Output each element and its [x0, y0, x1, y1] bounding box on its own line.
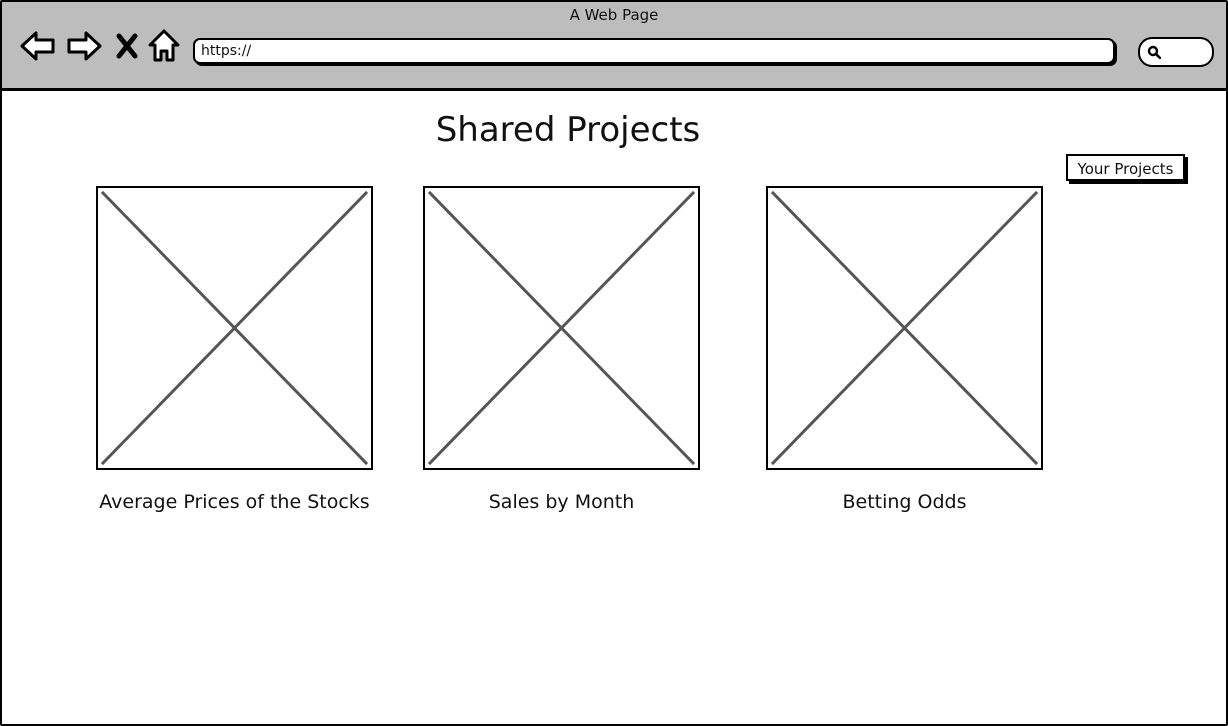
image-placeholder-icon [96, 186, 373, 470]
search-icon [1147, 45, 1161, 59]
back-arrow-icon[interactable] [18, 28, 58, 64]
project-card[interactable]: Average Prices of the Stocks [96, 186, 373, 513]
url-input[interactable]: https:// [193, 38, 1115, 64]
project-label[interactable]: Sales by Month [383, 491, 740, 513]
your-projects-button[interactable]: Your Projects [1066, 154, 1185, 181]
close-icon[interactable] [112, 28, 142, 64]
browser-toolbar: A Web Page https:// [2, 2, 1226, 91]
image-placeholder-icon [423, 186, 700, 470]
project-label[interactable]: Betting Odds [726, 491, 1083, 513]
project-card[interactable]: Betting Odds [766, 186, 1043, 513]
image-placeholder-icon [766, 186, 1043, 470]
page-title: Shared Projects [435, 110, 701, 150]
browser-window: A Web Page https:// Shared Projects Your… [0, 0, 1228, 726]
forward-arrow-icon[interactable] [64, 28, 104, 64]
project-label[interactable]: Average Prices of the Stocks [56, 491, 413, 513]
window-title: A Web Page [569, 6, 659, 24]
home-icon[interactable] [146, 28, 182, 64]
project-card[interactable]: Sales by Month [423, 186, 700, 513]
search-field[interactable] [1138, 37, 1214, 67]
